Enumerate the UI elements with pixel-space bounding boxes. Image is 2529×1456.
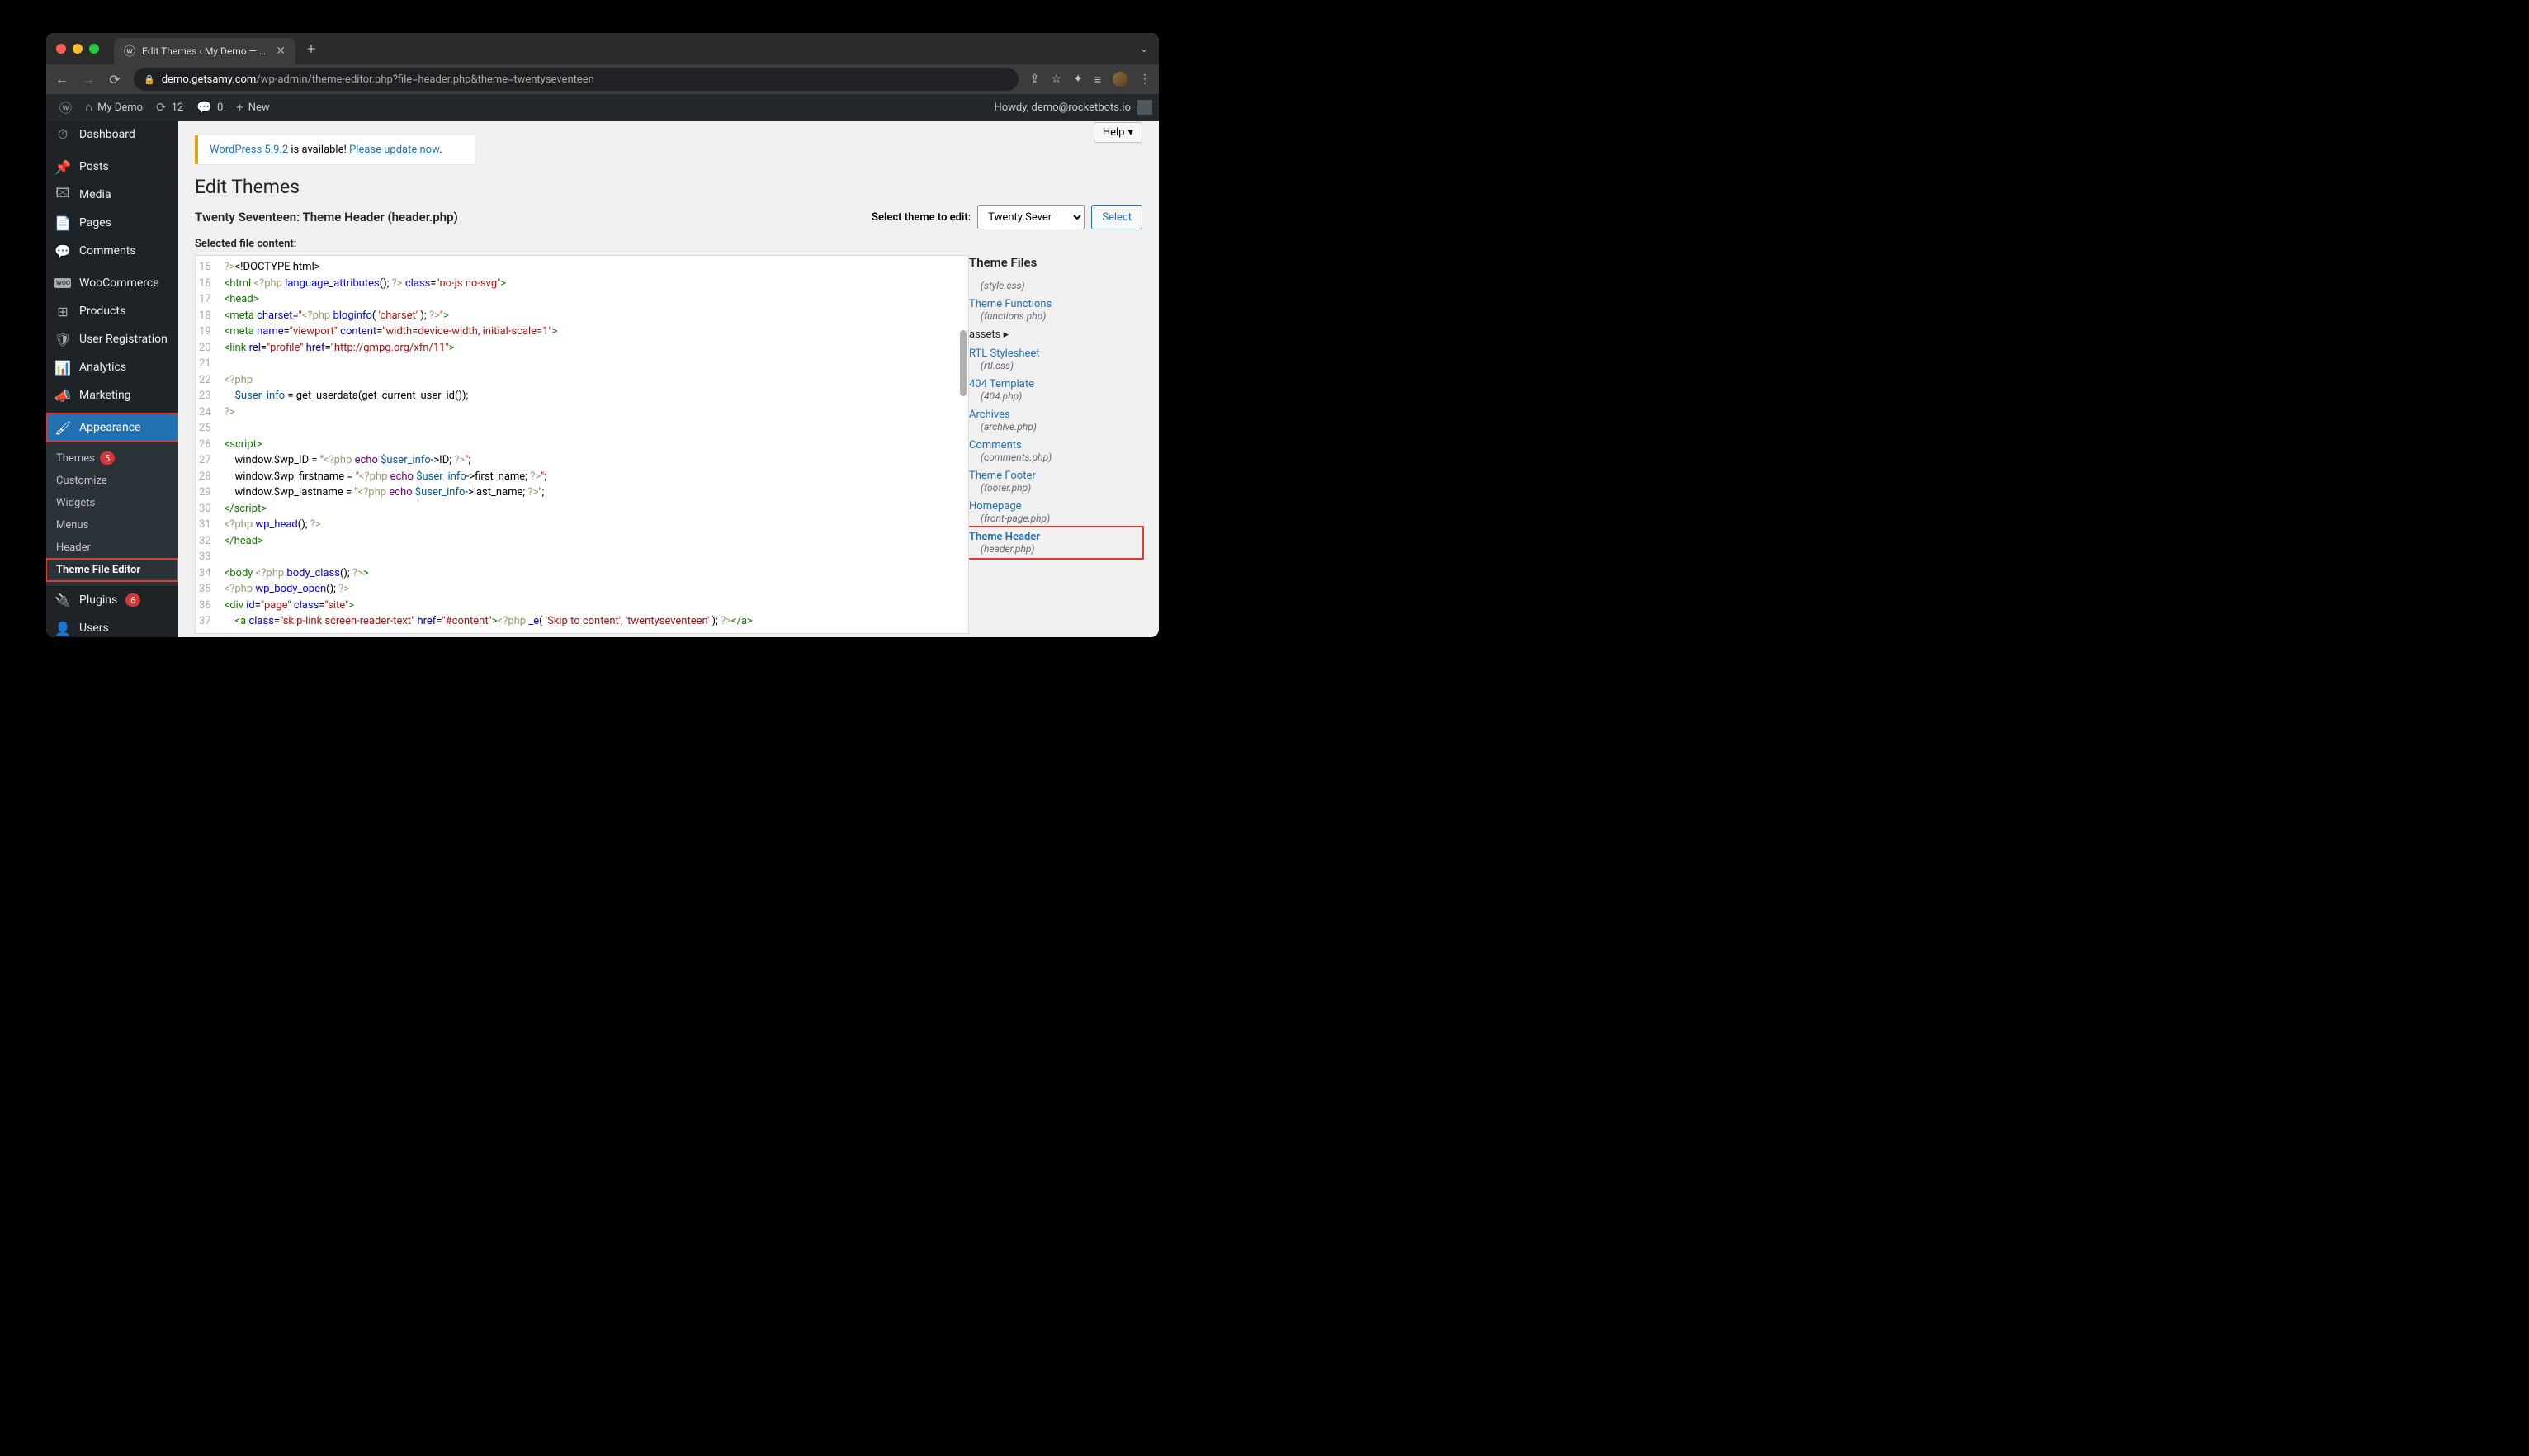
media-icon: 🖾 (54, 184, 71, 206)
file-homepage[interactable]: Homepage(front-page.php) (969, 497, 1142, 527)
menu-user-registration[interactable]: 🛡User Registration (46, 325, 178, 353)
url-domain: demo.getsamy.com (162, 73, 257, 86)
woo-icon: woo (54, 278, 71, 288)
menu-comments[interactable]: 💬Comments (46, 237, 178, 265)
submenu-widgets[interactable]: Widgets (46, 492, 178, 514)
current-file-heading: Twenty Seventeen: Theme Header (header.p… (195, 210, 458, 225)
user-avatar-icon (1137, 100, 1152, 115)
select-button[interactable]: Select (1091, 205, 1142, 229)
pin-icon: 📌 (54, 159, 71, 175)
file-archive[interactable]: Archives(archive.php) (969, 405, 1142, 436)
chrome-menu-icon[interactable]: ⋮ (1139, 73, 1151, 86)
share-icon[interactable]: ⇪ (1030, 73, 1040, 86)
browser-tab-bar: ⓦ Edit Themes ‹ My Demo — Wo ✕ + ⌄ (46, 33, 1159, 64)
menu-dashboard[interactable]: ⏱Dashboard (46, 121, 178, 149)
file-header[interactable]: Theme Header(header.php) (964, 527, 1142, 558)
url-path: /wp-admin/theme-editor.php?file=header.p… (256, 73, 594, 86)
new-tab-button[interactable]: + (307, 40, 315, 58)
menu-analytics[interactable]: 📊Analytics (46, 353, 178, 381)
appearance-icon: 🖌 (54, 420, 71, 436)
themes-badge: 5 (100, 451, 115, 465)
theme-select-dropdown[interactable]: Twenty Seventeen (977, 205, 1085, 229)
wp-version-link[interactable]: WordPress 5.9.2 (210, 144, 288, 156)
browser-toolbar: ← → ⟳ 🔒 demo.getsamy.com/wp-admin/theme-… (46, 64, 1159, 94)
menu-products[interactable]: ⊞Products (46, 297, 178, 325)
help-tab[interactable]: Help▾ (1094, 122, 1142, 143)
theme-files-panel: Theme Files (style.css) Theme Functions(… (969, 255, 1142, 634)
submenu-customize[interactable]: Customize (46, 470, 178, 492)
menu-media[interactable]: 🖾Media (46, 181, 178, 209)
submenu-header[interactable]: Header (46, 537, 178, 559)
extensions-icon[interactable]: ✦ (1073, 73, 1083, 86)
marketing-icon: 📣 (54, 388, 71, 404)
admin-menu: ⏱Dashboard 📌Posts 🖾Media 📄Pages 💬Comment… (46, 121, 178, 637)
update-now-link[interactable]: Please update now (349, 144, 439, 156)
plugins-badge: 6 (125, 593, 140, 607)
products-icon: ⊞ (54, 304, 71, 319)
forward-icon[interactable]: → (81, 71, 96, 87)
window-maximize-icon[interactable] (89, 44, 99, 54)
tab-title: Edit Themes ‹ My Demo — Wo (142, 45, 269, 57)
update-notice: WordPress 5.9.2 is available! Please upd… (195, 135, 475, 164)
profile-avatar-icon[interactable] (1113, 72, 1127, 87)
submenu-themes[interactable]: Themes5 (46, 447, 178, 470)
main-content: Help▾ WordPress 5.9.2 is available! Plea… (178, 121, 1159, 637)
back-icon[interactable]: ← (54, 71, 69, 87)
menu-plugins[interactable]: 🔌Plugins 6 (46, 586, 178, 614)
pages-icon: 📄 (54, 215, 71, 231)
menu-woocommerce[interactable]: wooWooCommerce (46, 269, 178, 297)
lock-icon: 🔒 (144, 74, 155, 85)
comments-link[interactable]: 💬0 (190, 94, 229, 121)
wp-logo[interactable]: ⓦ (53, 94, 78, 121)
code-content[interactable]: ?><!DOCTYPE html><html <?php language_at… (218, 256, 759, 633)
new-content-link[interactable]: +New (229, 94, 276, 121)
file-comments[interactable]: Comments(comments.php) (969, 436, 1142, 466)
code-editor[interactable]: 1516171819202122232425262728293031323334… (195, 255, 969, 634)
content-label: Selected file content: (195, 238, 1142, 250)
file-404[interactable]: 404 Template(404.php) (969, 375, 1142, 405)
file-functions[interactable]: Theme Functions(functions.php) (969, 295, 1142, 325)
wp-admin-bar: ⓦ ⌂My Demo ⟳12 💬0 +New Howdy, demo@rocke… (46, 94, 1159, 121)
scrollbar-thumb[interactable] (960, 330, 967, 396)
appearance-submenu: Themes5 Customize Widgets Menus Header T… (46, 442, 178, 586)
menu-pages[interactable]: 📄Pages (46, 209, 178, 237)
dashboard-icon: ⏱ (54, 126, 71, 143)
menu-appearance[interactable]: 🖌Appearance (46, 414, 178, 442)
submenu-menus[interactable]: Menus (46, 514, 178, 537)
menu-users[interactable]: 👤Users (46, 614, 178, 637)
folder-assets[interactable]: assets (969, 325, 1142, 344)
browser-tab[interactable]: ⓦ Edit Themes ‹ My Demo — Wo ✕ (114, 38, 295, 64)
chrome-tabs-menu-icon[interactable]: ⌄ (1139, 42, 1149, 55)
theme-files-title: Theme Files (969, 255, 1142, 270)
comment-icon: 💬 (54, 243, 71, 259)
howdy-account[interactable]: Howdy, demo@rocketbots.io (994, 100, 1152, 115)
menu-posts[interactable]: 📌Posts (46, 153, 178, 181)
select-theme-label: Select theme to edit: (872, 211, 971, 224)
bookmark-icon[interactable]: ☆ (1052, 73, 1062, 86)
menu-marketing[interactable]: 📣Marketing (46, 381, 178, 409)
chevron-down-icon: ▾ (1127, 126, 1133, 139)
page-title: Edit Themes (195, 176, 1142, 198)
file-rtl[interactable]: RTL Stylesheet(rtl.css) (969, 344, 1142, 375)
reading-list-icon[interactable]: ≡ (1094, 73, 1101, 87)
line-gutter: 1516171819202122232425262728293031323334… (196, 256, 218, 633)
users-icon: 👤 (54, 621, 71, 636)
file-footer[interactable]: Theme Footer(footer.php) (969, 466, 1142, 497)
close-tab-icon[interactable]: ✕ (276, 45, 286, 58)
wordpress-favicon-icon: ⓦ (124, 43, 135, 59)
updates-link[interactable]: ⟳12 (149, 94, 190, 121)
window-minimize-icon[interactable] (73, 44, 83, 54)
submenu-theme-file-editor[interactable]: Theme File Editor (46, 559, 178, 581)
file-stylesheet[interactable]: (style.css) (969, 277, 1142, 295)
reload-icon[interactable]: ⟳ (107, 72, 122, 87)
user-reg-icon: 🛡 (54, 332, 71, 347)
window-close-icon[interactable] (56, 44, 66, 54)
plugins-icon: 🔌 (54, 593, 71, 608)
analytics-icon: 📊 (54, 360, 71, 376)
site-name-link[interactable]: ⌂My Demo (78, 94, 149, 121)
address-bar[interactable]: 🔒 demo.getsamy.com/wp-admin/theme-editor… (134, 68, 1019, 91)
